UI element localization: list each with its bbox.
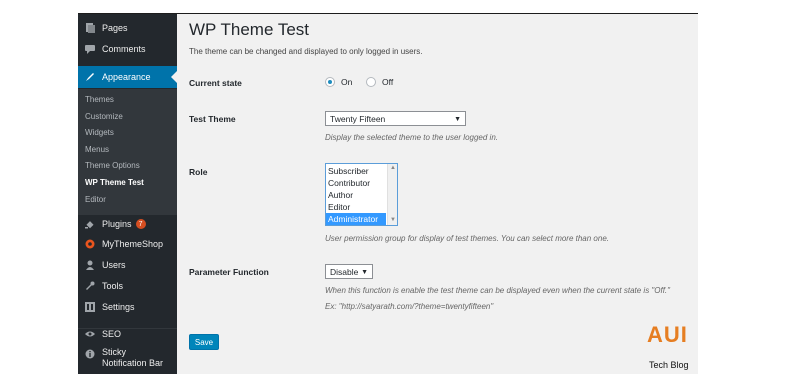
radio-on-circle[interactable] [325,77,335,87]
submenu-themes[interactable]: Themes [85,95,114,104]
role-option-contributor[interactable]: Contributor [326,177,386,189]
role-list-scrollbar[interactable]: ▲ ▼ [387,164,397,225]
main-content: WP Theme Test The theme can be changed a… [177,14,698,374]
tools-icon [85,281,95,291]
parameter-function-value: Disable [330,266,359,277]
settings-icon [85,302,95,312]
test-theme-value: Twenty Fifteen [330,113,386,124]
sidebar-item-label: Tools [102,281,124,291]
parameter-function-select[interactable]: Disable ▼ [325,264,373,279]
test-theme-label: Test Theme [189,114,236,124]
sidebar-item-label: Pages [102,23,128,33]
radio-on-label: On [341,77,353,87]
radio-off-label: Off [382,77,394,87]
radio-off[interactable]: Off [366,77,393,87]
submenu-theme-options[interactable]: Theme Options [85,161,140,170]
sidebar-item-label: Users [102,260,126,270]
sidebar-item-settings[interactable]: Settings [78,297,177,317]
sidebar-item-label: Appearance [102,72,151,82]
appearance-submenu: Themes Customize Widgets Menus Theme Opt… [78,89,177,215]
mythemeshop-icon [85,239,95,249]
wp-admin-window: Pages Comments Appearance Themes Customi… [78,14,698,374]
role-option-administrator[interactable]: Administrator [326,213,386,225]
sidebar-item-plugins[interactable]: Plugins 7 [78,214,177,234]
chevron-down-icon: ▼ [454,116,461,123]
sidebar-item-mythemeshop[interactable]: MyThemeShop [78,234,177,254]
logo-brand: AUI [647,322,688,347]
sidebar-item-label: Plugins [102,219,132,229]
plugins-icon [85,219,95,229]
role-label: Role [189,167,208,177]
sidebar-item-users[interactable]: Users [78,255,177,275]
logo-tagline: Tech Blog [649,360,689,370]
aui-tech-blog-logo: AUI Tech Blog [647,322,698,374]
sidebar-item-label: Sticky Notification Bar [102,347,164,368]
parameter-function-label: Parameter Function [189,267,269,277]
admin-sidebar: Pages Comments Appearance Themes Customi… [78,14,177,374]
page-description: The theme can be changed and displayed t… [189,47,423,56]
appearance-icon [85,72,95,82]
info-icon [85,349,95,359]
scroll-up-icon[interactable]: ▲ [390,165,396,171]
current-state-label: Current state [189,78,242,88]
submenu-editor[interactable]: Editor [85,195,106,204]
sidebar-item-label: SEO [102,329,122,339]
test-theme-help: Display the selected theme to the user l… [325,133,498,142]
submenu-widgets[interactable]: Widgets [85,128,114,137]
pages-icon [85,23,95,33]
role-multiselect[interactable]: Subscriber Contributor Author Editor Adm… [325,163,398,226]
role-option-subscriber[interactable]: Subscriber [326,165,386,177]
submenu-customize[interactable]: Customize [85,112,123,121]
sidebar-item-tools[interactable]: Tools [78,276,177,296]
sidebar-item-label: Settings [102,302,135,312]
role-help: User permission group for display of tes… [325,234,609,243]
sidebar-item-label: MyThemeShop [102,239,164,249]
parameter-function-example: Ex: "http://satyarath.com/?theme=twentyf… [325,302,494,311]
sidebar-item-comments[interactable]: Comments [78,39,177,59]
sidebar-item-pages[interactable]: Pages [78,18,177,38]
test-theme-select[interactable]: Twenty Fifteen ▼ [325,111,466,126]
sidebar-item-label: Comments [102,44,146,54]
seo-icon [85,329,95,339]
parameter-function-help: When this function is enable the test th… [325,286,670,295]
role-option-editor[interactable]: Editor [326,201,386,213]
scroll-down-icon[interactable]: ▼ [390,217,396,223]
update-count-badge: 7 [135,219,146,229]
sidebar-item-appearance[interactable]: Appearance [78,66,177,88]
radio-off-circle[interactable] [366,77,376,87]
save-button[interactable]: Save [189,334,219,350]
radio-selected-dot [328,80,332,84]
submenu-menus[interactable]: Menus [85,145,109,154]
sidebar-item-sticky-notification-bar[interactable]: Sticky Notification Bar [78,347,177,373]
sidebar-item-seo[interactable]: SEO [78,324,177,344]
radio-on[interactable]: On [325,77,352,87]
comments-icon [85,44,95,54]
users-icon [85,260,95,270]
page-title: WP Theme Test [189,20,309,39]
submenu-wp-theme-test[interactable]: WP Theme Test [85,178,144,187]
chevron-down-icon: ▼ [361,269,368,276]
role-option-author[interactable]: Author [326,189,386,201]
